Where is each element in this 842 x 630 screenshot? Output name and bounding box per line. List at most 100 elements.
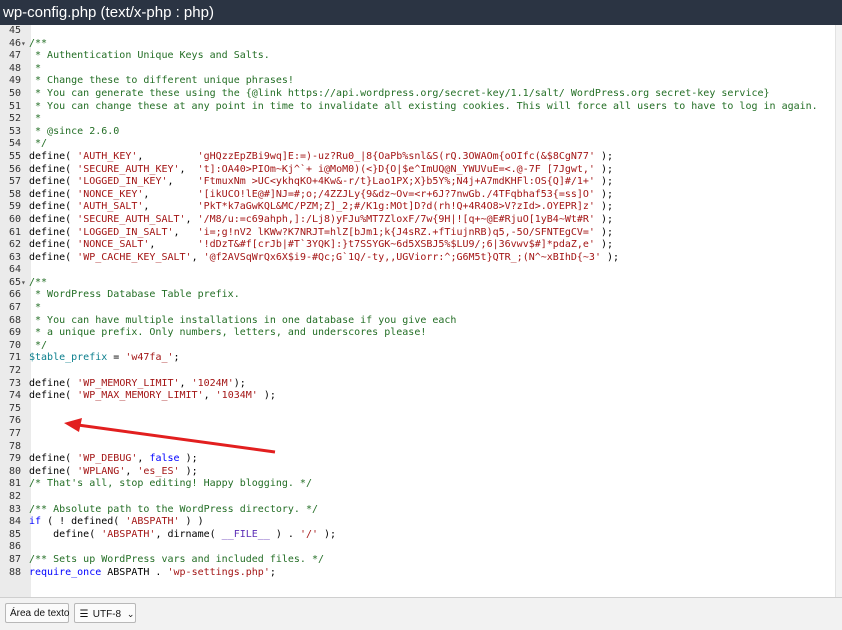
- line-number: 68: [8, 314, 21, 326]
- code-text: $table_prefix = 'w47fa_';: [29, 352, 180, 364]
- code-text: /** Absolute path to the WordPress direc…: [29, 503, 318, 515]
- code-line[interactable]: 53 * @since 2.6.0: [0, 126, 836, 139]
- line-number: 58: [8, 188, 21, 200]
- code-line[interactable]: 77: [0, 428, 836, 441]
- text-area-button[interactable]: Área de texto: [5, 603, 69, 623]
- code-line[interactable]: 58 define( 'NONCE_KEY', '[ikUCO!lE@#]NJ=…: [0, 189, 836, 202]
- code-line[interactable]: 72: [0, 365, 836, 378]
- code-line[interactable]: 84 if ( ! defined( 'ABSPATH' ) ): [0, 516, 836, 529]
- code-line[interactable]: 73 define( 'WP_MEMORY_LIMIT', '1024M');: [0, 378, 836, 391]
- settings-sliders-icon: ☰: [79, 609, 89, 620]
- code-text: *: [29, 302, 42, 314]
- line-number: 73: [8, 377, 21, 389]
- code-line[interactable]: 49 * Change these to different unique ph…: [0, 75, 836, 88]
- code-line[interactable]: 56 define( 'SECURE_AUTH_KEY', 't]:OA40>P…: [0, 164, 836, 177]
- code-line[interactable]: 70 */: [0, 340, 836, 353]
- line-number: 52: [8, 113, 21, 125]
- code-line[interactable]: 62 define( 'NONCE_SALT', '!dDzT&#f[crJb|…: [0, 239, 836, 252]
- code-line[interactable]: 60 define( 'SECURE_AUTH_SALT', '/M8/u:=c…: [0, 214, 836, 227]
- code-line[interactable]: 65▾/**: [0, 277, 836, 290]
- code-line[interactable]: 64: [0, 264, 836, 277]
- line-number: 46: [8, 37, 21, 49]
- code-text: /** Sets up WordPress vars and included …: [29, 553, 325, 565]
- code-line[interactable]: 57 define( 'LOGGED_IN_KEY', 'FtmuxNm >UC…: [0, 176, 836, 189]
- code-line[interactable]: 55 define( 'AUTH_KEY', 'gHQzzEpZBi9wq]E:…: [0, 151, 836, 164]
- code-text: require_once ABSPATH . 'wp-settings.php'…: [29, 566, 276, 578]
- code-line[interactable]: 75: [0, 403, 836, 416]
- code-text: *: [29, 113, 42, 125]
- line-number: 59: [8, 201, 21, 213]
- code-line[interactable]: 51 * You can change these at any point i…: [0, 101, 836, 114]
- line-number: 62: [8, 239, 21, 251]
- code-text: * WordPress Database Table prefix.: [29, 289, 240, 301]
- code-text: define( 'AUTH_SALT', 'PkT*k7aGwKQL&MC/PZ…: [29, 201, 614, 213]
- fold-toggle-icon[interactable]: ▾: [21, 277, 29, 290]
- code-editor[interactable]: 45 46▾/** 47 * Authentication Unique Keys…: [0, 25, 842, 597]
- code-line[interactable]: 82: [0, 491, 836, 504]
- line-number: 85: [8, 528, 21, 540]
- code-line[interactable]: 69 * a unique prefix. Only numbers, lett…: [0, 327, 836, 340]
- code-line[interactable]: 59 define( 'AUTH_SALT', 'PkT*k7aGwKQL&MC…: [0, 201, 836, 214]
- code-line[interactable]: 86: [0, 541, 836, 554]
- line-number: 76: [8, 415, 21, 427]
- code-line[interactable]: 83 /** Absolute path to the WordPress di…: [0, 504, 836, 517]
- encoding-select[interactable]: ☰ UTF-8 ⌄: [74, 603, 136, 623]
- code-text: * You can have multiple installations in…: [29, 314, 457, 326]
- code-text: define( 'WP_CACHE_KEY_SALT', '@f2AVSqWrQ…: [29, 251, 620, 263]
- line-number: 47: [8, 50, 21, 62]
- code-line[interactable]: 79 define( 'WP_DEBUG', false );: [0, 453, 836, 466]
- line-number: 72: [8, 365, 21, 377]
- line-number: 86: [8, 541, 21, 553]
- code-line[interactable]: 52 *: [0, 113, 836, 126]
- code-line[interactable]: 45: [0, 25, 836, 38]
- code-line[interactable]: 74 define( 'WP_MAX_MEMORY_LIMIT', '1034M…: [0, 390, 836, 403]
- code-line[interactable]: 67 *: [0, 302, 836, 315]
- code-line[interactable]: 87 /** Sets up WordPress vars and includ…: [0, 554, 836, 567]
- code-line[interactable]: 81 /* That's all, stop editing! Happy bl…: [0, 478, 836, 491]
- code-line[interactable]: 71 $table_prefix = 'w47fa_';: [0, 352, 836, 365]
- line-number: 49: [8, 75, 21, 87]
- line-number: 60: [8, 213, 21, 225]
- code-line[interactable]: 85 define( 'ABSPATH', dirname( __FILE__ …: [0, 529, 836, 542]
- encoding-label: UTF-8: [92, 609, 122, 620]
- code-line[interactable]: 66 * WordPress Database Table prefix.: [0, 289, 836, 302]
- code-line[interactable]: 88 require_once ABSPATH . 'wp-settings.p…: [0, 567, 836, 580]
- code-line[interactable]: 47 * Authentication Unique Keys and Salt…: [0, 50, 836, 63]
- line-number: 82: [8, 490, 21, 502]
- line-number: 70: [8, 339, 21, 351]
- code-line[interactable]: 48 *: [0, 63, 836, 76]
- code-line[interactable]: 78: [0, 441, 836, 454]
- code-line[interactable]: 68 * You can have multiple installations…: [0, 315, 836, 328]
- code-line[interactable]: 46▾/**: [0, 38, 836, 51]
- code-line[interactable]: 63 define( 'WP_CACHE_KEY_SALT', '@f2AVSq…: [0, 252, 836, 265]
- code-area[interactable]: 45 46▾/** 47 * Authentication Unique Keys…: [0, 25, 836, 579]
- code-line[interactable]: 50 * You can generate these using the {@…: [0, 88, 836, 101]
- code-line[interactable]: 80 define( 'WPLANG', 'es_ES' );: [0, 466, 836, 479]
- line-number: 78: [8, 440, 21, 452]
- code-text: * Change these to different unique phras…: [29, 75, 294, 87]
- fold-toggle-icon[interactable]: ▾: [21, 38, 29, 51]
- code-line[interactable]: 54 */: [0, 138, 836, 151]
- line-number: 65: [8, 276, 21, 288]
- code-line[interactable]: 76: [0, 415, 836, 428]
- vertical-scrollbar[interactable]: [835, 25, 842, 597]
- code-line[interactable]: 61 define( 'LOGGED_IN_SALT', 'i=;g!nV2 l…: [0, 227, 836, 240]
